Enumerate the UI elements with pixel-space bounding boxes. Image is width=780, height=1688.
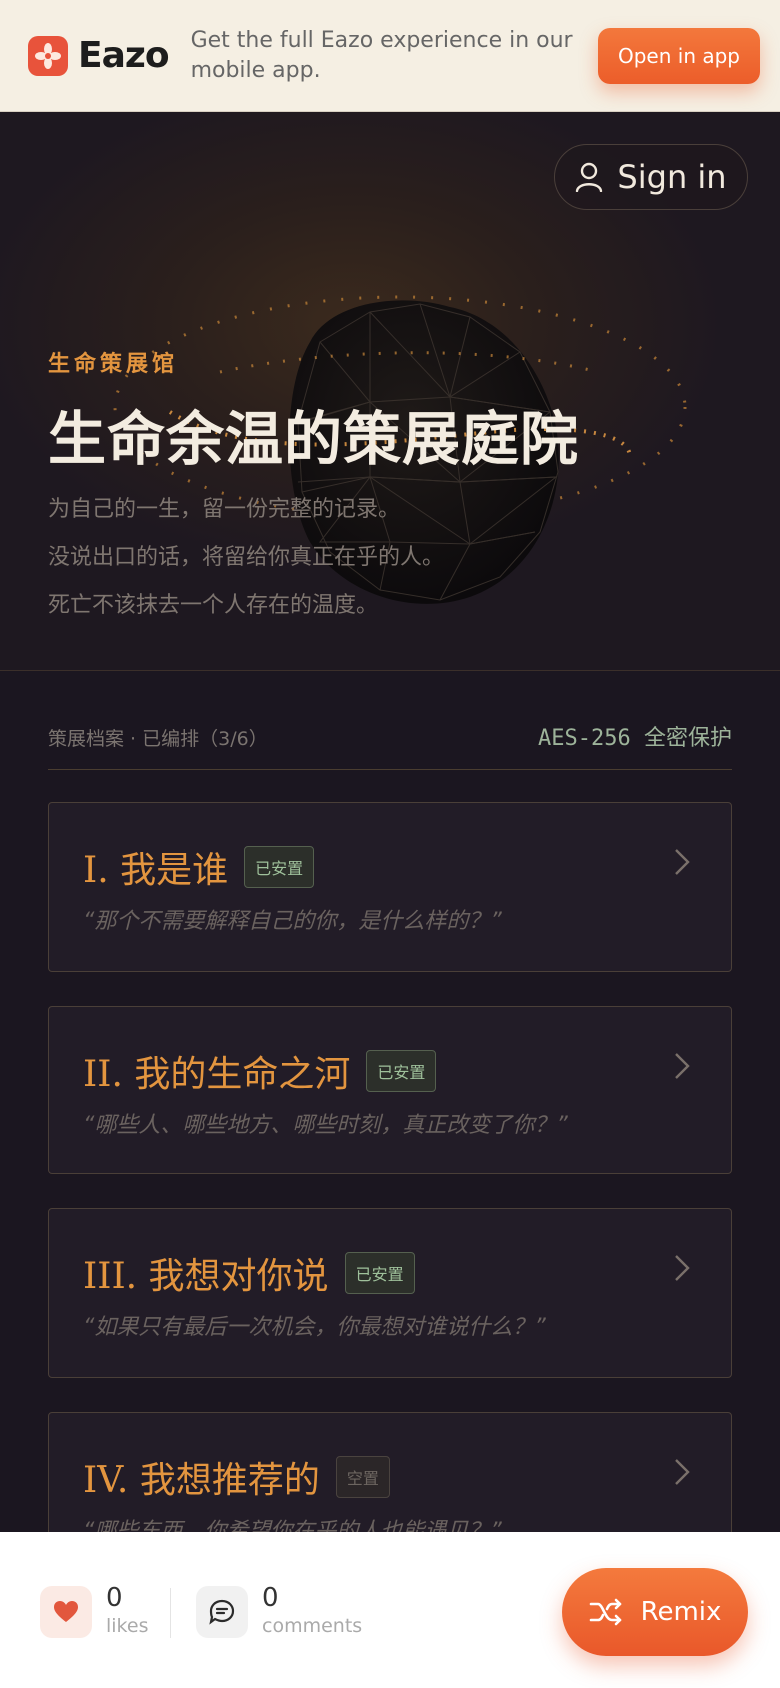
likes-stat[interactable]: 0 likes	[40, 1584, 148, 1640]
status-badge: 已安置	[344, 1252, 415, 1294]
heart-icon	[40, 1586, 92, 1638]
likes-count: 0	[106, 1583, 123, 1613]
hero-line: 死亡不该抹去一个人存在的温度。	[48, 593, 379, 618]
banner-message: Get the full Eazo experience in our mobi…	[190, 27, 573, 83]
bottom-action-bar: 0 likes 0 comments Remix	[0, 1532, 780, 1688]
hero-eyebrow: 生命策展馆	[48, 352, 179, 377]
card-title: IV. 我想推荐的	[83, 1460, 320, 1501]
archive-header: 策展档案 · 已编排（3/6） AES-256 全密保护	[48, 716, 732, 770]
card-quote: “那个不需要解释自己的你，是什么样的？”	[83, 909, 502, 934]
open-in-app-button[interactable]: Open in app	[597, 27, 760, 84]
section-divider	[0, 670, 780, 671]
archive-card[interactable]: II. 我的生命之河 已安置 “哪些人、哪些地方、哪些时刻，真正改变了你？”	[48, 1006, 732, 1174]
status-badge: 已安置	[366, 1050, 437, 1092]
likes-label: likes	[106, 1615, 149, 1637]
comments-stat[interactable]: 0 comments	[196, 1584, 362, 1640]
comments-count: 0	[262, 1583, 279, 1613]
sign-in-label: Sign in	[617, 158, 727, 196]
hero-line: 为自己的一生，留一份完整的记录。	[48, 497, 401, 522]
sign-in-button[interactable]: Sign in	[554, 144, 748, 210]
card-title: I. 我是谁	[83, 850, 229, 891]
remix-label: Remix	[640, 1597, 722, 1627]
brand[interactable]: Eazo	[28, 35, 170, 76]
stat-divider	[170, 1588, 171, 1638]
remix-button[interactable]: Remix	[562, 1568, 748, 1656]
eazo-logo-icon	[28, 35, 68, 76]
security-badge: AES-256 全密保护	[538, 726, 732, 751]
archive-progress-label: 策展档案 · 已编排（3/6）	[48, 728, 268, 750]
chevron-right-icon	[675, 1053, 690, 1079]
card-quote: “如果只有最后一次机会，你最想对谁说什么？”	[83, 1315, 546, 1340]
archive-card[interactable]: I. 我是谁 已安置 “那个不需要解释自己的你，是什么样的？”	[48, 802, 732, 972]
chevron-right-icon	[675, 1255, 690, 1281]
card-title: II. 我的生命之河	[83, 1054, 351, 1095]
hero-section: Sign in 生命策展馆 生命余温的策展庭院 为自己的一生，留一份完整的记录。…	[0, 112, 780, 670]
hero-description: 为自己的一生，留一份完整的记录。 没说出口的话，将留给你真正在乎的人。 死亡不该…	[48, 486, 444, 630]
shuffle-icon	[589, 1598, 621, 1626]
chevron-right-icon	[675, 849, 690, 875]
comments-label: comments	[262, 1615, 363, 1637]
comment-icon	[196, 1586, 248, 1638]
card-quote: “哪些人、哪些地方、哪些时刻，真正改变了你？”	[83, 1113, 568, 1138]
status-badge: 已安置	[244, 846, 315, 888]
brand-name: Eazo	[78, 35, 170, 76]
user-icon	[576, 162, 603, 192]
app-download-banner: Eazo Get the full Eazo experience in our…	[0, 0, 780, 112]
archive-card[interactable]: III. 我想对你说 已安置 “如果只有最后一次机会，你最想对谁说什么？”	[48, 1208, 732, 1378]
chevron-right-icon	[675, 1459, 690, 1485]
page-title: 生命余温的策展庭院	[48, 405, 580, 473]
hero-line: 没说出口的话，将留给你真正在乎的人。	[48, 545, 445, 570]
status-badge: 空置	[335, 1456, 390, 1498]
card-title: III. 我想对你说	[83, 1256, 329, 1297]
